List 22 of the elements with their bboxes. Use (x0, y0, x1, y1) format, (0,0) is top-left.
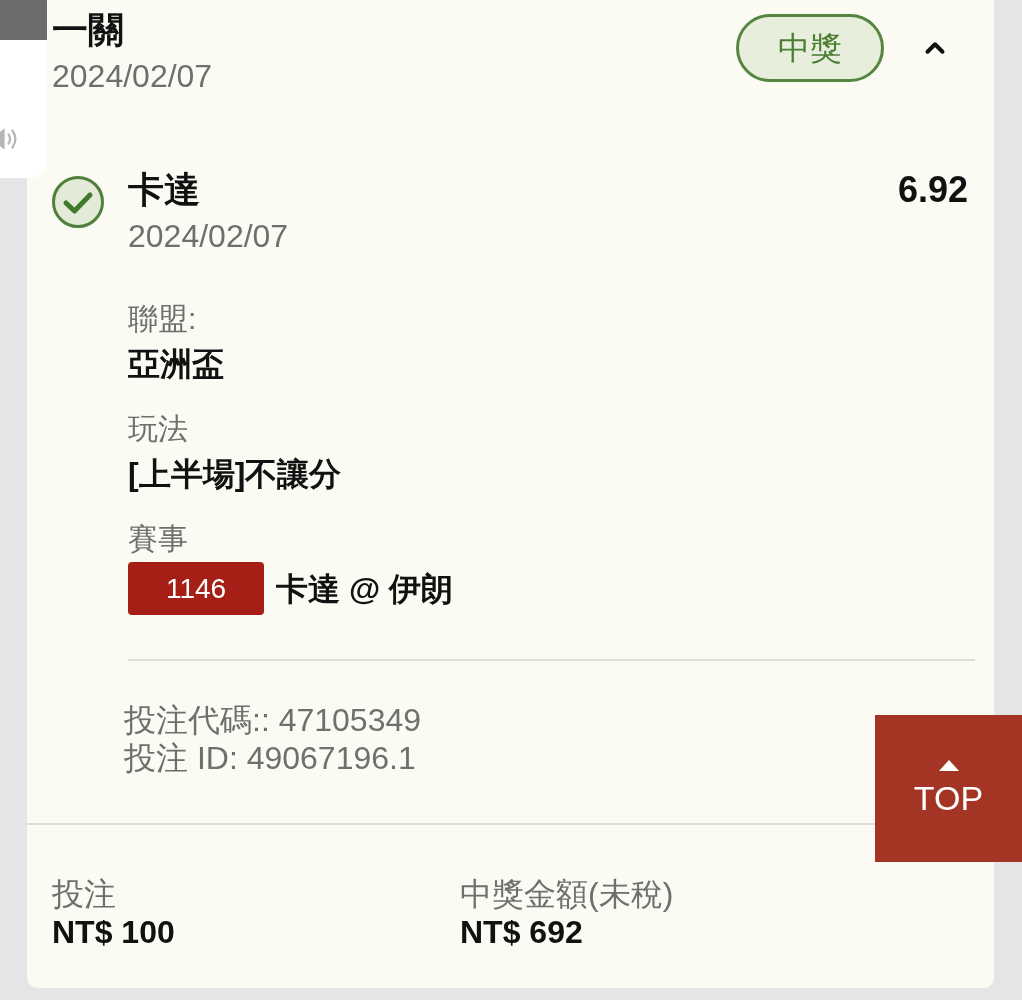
match-date: 2024/02/07 (128, 217, 289, 256)
bet-code: 投注代碼:: 47105349 (124, 701, 422, 739)
bet-type-title: 一關 (52, 8, 124, 52)
panel-header-strip (0, 0, 47, 40)
odds-value: 6.92 (897, 168, 968, 212)
team-name: 卡達 (128, 168, 200, 212)
field-value: 亞洲盃 (128, 345, 224, 384)
match-number-badge: 1146 (128, 562, 264, 615)
field-label: 玩法 (128, 411, 188, 447)
match-teams: 卡達 @ 伊朗 (276, 569, 453, 609)
field-label: 賽事 (128, 521, 188, 557)
bet-id: 投注 ID: 49067196.1 (124, 739, 416, 777)
field-value: [上半場]不讓分 (128, 455, 342, 494)
status-badge: 中獎 (736, 14, 884, 82)
field-label: 聯盟: (128, 301, 197, 337)
bet-date: 2024/02/07 (52, 57, 213, 96)
summary-amount: NT$ 692 (460, 913, 583, 951)
back-to-top-button[interactable]: TOP (875, 715, 1022, 862)
summary-label: 投注 (52, 875, 116, 913)
summary-label: 中獎金額(未稅) (460, 875, 674, 913)
summary-amount: NT$ 100 (52, 913, 175, 951)
triangle-up-icon (938, 760, 959, 771)
